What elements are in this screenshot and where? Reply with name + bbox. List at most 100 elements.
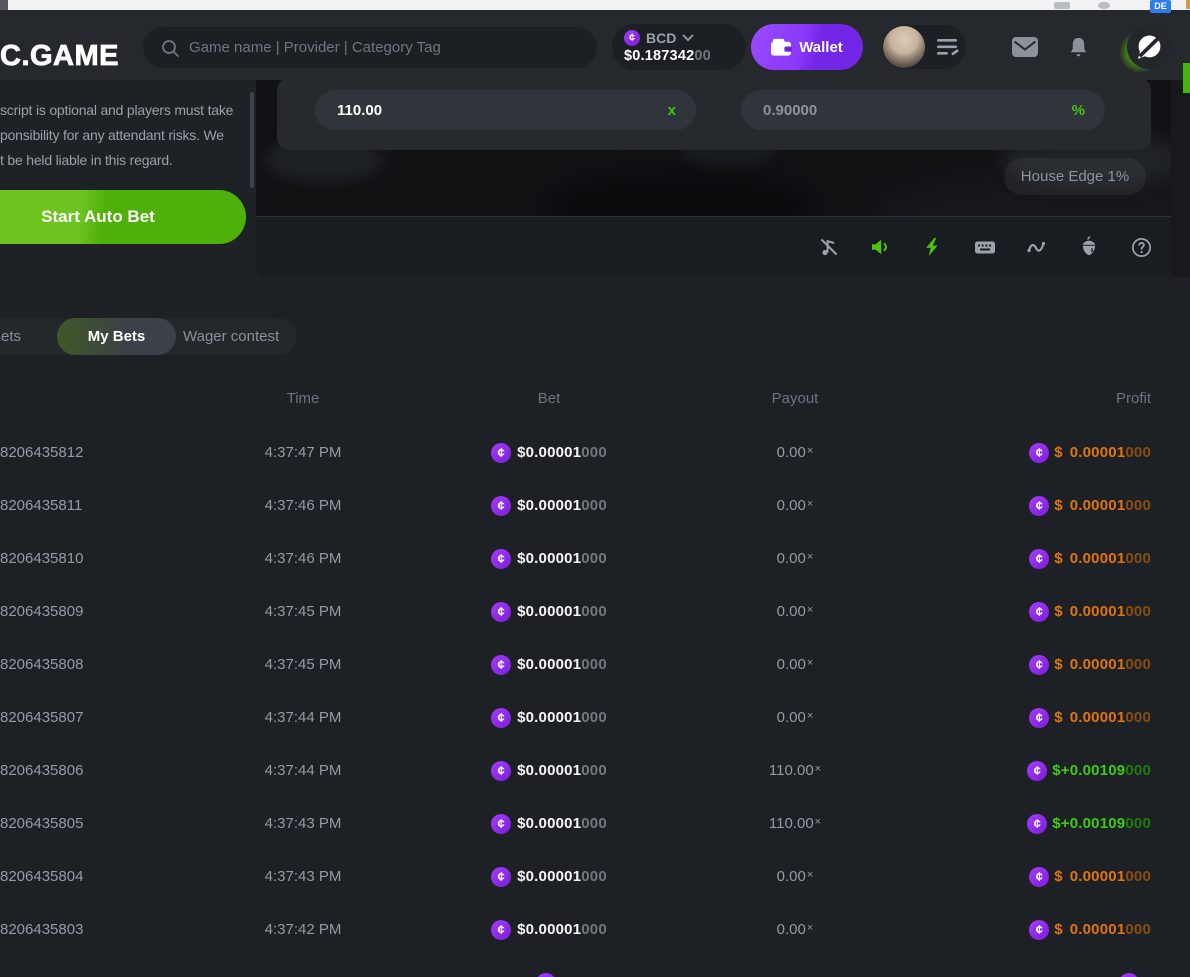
tab-my-bets[interactable]: My Bets — [57, 318, 176, 355]
game-toolbar — [256, 216, 1171, 277]
start-auto-bet-button[interactable]: Start Auto Bet — [0, 190, 246, 244]
table-row[interactable]: 8206435808 4:37:45 PM ¢ $0.00001000 0.00… — [0, 638, 1190, 691]
bet-id: 8206435803 — [0, 903, 83, 956]
sound-on-icon[interactable] — [869, 235, 893, 259]
profit-cell: ¢ — [951, 956, 1151, 977]
hotkeys-keyboard-icon[interactable] — [973, 235, 997, 259]
bet-amount: ¢ $0.00001000 — [449, 426, 649, 479]
disclaimer-text: script is optional and players must take… — [0, 98, 233, 173]
bcd-coin-icon: ¢ — [1027, 814, 1047, 834]
bet-payout: 0.00× — [725, 585, 865, 638]
bet-payout: 110.00× — [725, 744, 865, 797]
bcd-coin-icon: ¢ — [491, 496, 511, 516]
payout-multiplier-sign: × — [815, 816, 821, 828]
bets-tabs: Bets My Bets Wager contest — [0, 318, 1190, 355]
currency-code: BCD — [646, 30, 676, 46]
win-chance-value: 0.90000 — [763, 102, 1072, 119]
music-off-icon[interactable] — [817, 235, 841, 259]
chat-toggle-button[interactable] — [1121, 23, 1171, 73]
profit-cell: ¢ $+0.00109000 — [951, 797, 1151, 850]
bet-amount: ¢ $0.00001000 — [449, 903, 649, 956]
bcd-coin-icon: ¢ — [1029, 708, 1049, 728]
tab-wager-contest[interactable]: Wager contest — [183, 318, 279, 355]
win-chance-input[interactable]: 0.90000 % — [741, 90, 1105, 130]
bet-id: 8206435810 — [0, 532, 83, 585]
bcd-coin-icon: ¢ — [491, 443, 511, 463]
browser-extension-icon[interactable] — [1054, 2, 1070, 9]
browser-corner — [0, 0, 8, 10]
table-row[interactable]: 8206435806 4:37:44 PM ¢ $0.00001000 110.… — [0, 744, 1190, 797]
bcd-coin-icon: ¢ — [491, 655, 511, 675]
bet-id: 8206435806 — [0, 744, 83, 797]
bet-time: 4:37:46 PM — [233, 532, 373, 585]
profit-cell: ¢ $+0.00109000 — [951, 744, 1151, 797]
table-row[interactable]: 8206435804 4:37:43 PM ¢ $0.00001000 0.00… — [0, 850, 1190, 903]
bet-payout: 110.00× — [725, 797, 865, 850]
table-row[interactable]: 8206435803 4:37:42 PM ¢ $0.00001000 0.00… — [0, 903, 1190, 956]
profit-cell: ¢ $0.00001000 — [951, 850, 1151, 903]
payout-multiplier-input[interactable]: 110.00 x — [315, 90, 696, 130]
panel-scrollbar[interactable] — [250, 92, 254, 188]
bet-id: 8206435811 — [0, 479, 82, 532]
bcd-coin-icon: ¢ — [491, 549, 511, 569]
bcd-coin-icon: ¢ — [491, 814, 511, 834]
bet-id: 8206435812 — [0, 426, 83, 479]
wallet-button[interactable]: Wallet — [751, 24, 863, 70]
avatar[interactable] — [883, 26, 925, 68]
bet-time: 4:37:44 PM — [233, 691, 373, 744]
profit-cell: ¢ $0.00001000 — [951, 903, 1151, 956]
user-menu[interactable] — [882, 25, 966, 69]
bet-amount: ¢ $0.00001000 — [449, 850, 649, 903]
search-bar[interactable]: Game name | Provider | Category Tag — [143, 27, 597, 68]
search-icon — [160, 38, 180, 58]
bc-game-app: DE C.GAME Game name | Provider | Categor… — [0, 0, 1190, 977]
bet-payout: 0.00× — [725, 850, 865, 903]
table-row[interactable]: 8206435812 4:37:47 PM ¢ $0.00001000 0.00… — [0, 426, 1190, 479]
site-logo[interactable]: C.GAME — [0, 40, 119, 73]
live-stats-icon[interactable] — [1025, 235, 1049, 259]
notifications-bell-icon[interactable] — [1067, 35, 1090, 64]
bet-time — [233, 956, 373, 977]
table-row[interactable]: 8206435811 4:37:46 PM ¢ $0.00001000 0.00… — [0, 479, 1190, 532]
table-row[interactable]: 8206435805 4:37:43 PM ¢ $0.00001000 110.… — [0, 797, 1190, 850]
menu-icon[interactable] — [937, 38, 959, 56]
payout-multiplier-sign: × — [807, 604, 813, 616]
scroll-indicator[interactable] — [1183, 63, 1190, 93]
bet-amount: ¢ $0.00001000 — [449, 744, 649, 797]
fairness-seed-icon[interactable] — [1077, 235, 1101, 259]
game-area: 110.00 x 0.90000 % House Edge 1% — [256, 80, 1171, 277]
bet-payout: 0.00× — [725, 691, 865, 744]
profit-cell: ¢ $0.00001000 — [951, 532, 1151, 585]
bet-time: 4:37:45 PM — [233, 585, 373, 638]
tab-all-bets[interactable]: Bets — [0, 318, 21, 355]
table-row[interactable]: 8206435809 4:37:45 PM ¢ $0.00001000 0.00… — [0, 585, 1190, 638]
payout-multiplier-sign: × — [807, 710, 813, 722]
table-row[interactable]: 8206435807 4:37:44 PM ¢ $0.00001000 0.00… — [0, 691, 1190, 744]
bcd-coin-icon: ¢ — [624, 30, 640, 46]
bet-amount: ¢ $0.00001000 — [449, 638, 649, 691]
bcd-coin-icon: ¢ — [1029, 867, 1049, 887]
bet-amount: ¢ — [449, 956, 649, 977]
bet-payout: 0.00× — [725, 638, 865, 691]
bcd-coin-icon: ¢ — [1029, 655, 1049, 675]
language-badge[interactable]: DE — [1150, 0, 1171, 13]
payout-multiplier-sign: × — [815, 763, 821, 775]
mail-icon[interactable] — [1012, 37, 1038, 62]
bcd-coin-icon: ¢ — [1029, 443, 1049, 463]
bet-amount: ¢ $0.00001000 — [449, 585, 649, 638]
bet-id: 8206435804 — [0, 850, 83, 903]
help-icon[interactable] — [1129, 235, 1153, 259]
bcd-coin-icon: ¢ — [1029, 602, 1049, 622]
currency-selector[interactable]: ¢ BCD $0.18734200 — [612, 24, 746, 70]
bcd-coin-icon: ¢ — [491, 602, 511, 622]
bcd-coin-icon: ¢ — [536, 973, 556, 977]
bcd-coin-icon: ¢ — [1027, 761, 1047, 781]
top-nav: C.GAME Game name | Provider | Category T… — [0, 10, 1190, 80]
table-row[interactable]: 8206435810 4:37:46 PM ¢ $0.00001000 0.00… — [0, 532, 1190, 585]
turbo-lightning-icon[interactable] — [921, 235, 945, 259]
start-auto-bet-label: Start Auto Bet — [41, 207, 155, 226]
table-row[interactable]: ¢ ¢ — [0, 956, 1190, 977]
browser-chrome: DE — [0, 0, 1190, 10]
browser-profile-icon[interactable] — [1098, 2, 1110, 9]
search-placeholder: Game name | Provider | Category Tag — [189, 39, 441, 56]
